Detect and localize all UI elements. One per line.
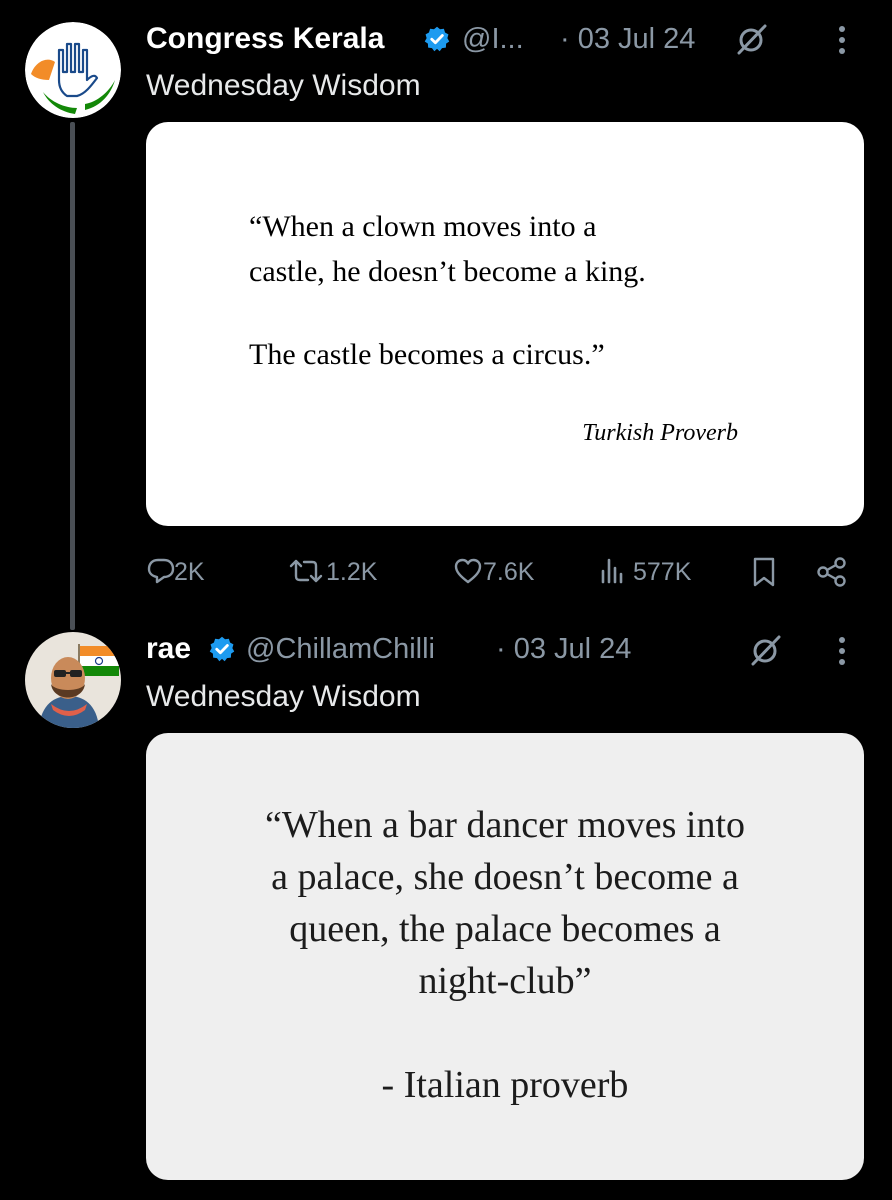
tweet-action-bar: 2K 1.2K 7.6K 577K [146,552,864,592]
handle[interactable]: @ChillamChilli [246,629,435,669]
display-name[interactable]: rae [146,629,191,669]
quote-line: a palace, she doesn’t become a [271,856,739,898]
thread-connector-line [70,122,75,630]
quote-text: “When a bar dancer moves into a palace, … [146,799,864,1007]
like-count: 7.6K [483,558,535,586]
views-count: 577K [633,558,692,586]
reply-count: 2K [174,558,205,586]
grok-icon[interactable] [735,22,769,56]
more-icon[interactable] [837,634,847,668]
bookmark-icon [753,557,775,587]
quote-text: “When a clown moves into a castle, he do… [249,204,769,377]
tweet-header: Congress Kerala @I... · 03 Jul 24 [146,19,892,59]
avatar[interactable] [25,22,121,118]
quote-attribution: - Italian proverb [381,1064,629,1106]
grok-icon[interactable] [749,633,783,667]
share-icon [817,557,846,587]
tweet-date[interactable]: · 03 Jul 24 [496,629,631,669]
tweet-header: rae @ChillamChilli · 03 Jul 24 [146,629,892,669]
tweet-text: Wednesday Wisdom [146,69,421,102]
quote-line: “When a bar dancer moves into [264,804,746,846]
tweet-text: Wednesday Wisdom [146,680,421,713]
quote-line: queen, the palace becomes a [289,908,721,950]
verified-badge-icon [424,26,450,52]
quote-attribution: Turkish Proverb [582,420,738,446]
repost-icon [289,559,323,583]
tweet-date[interactable]: · 03 Jul 24 [560,19,695,59]
verified-badge-icon [209,636,235,662]
profile-photo-avatar-icon [25,632,121,728]
quote-line: castle, he doesn’t become a king. [249,255,646,288]
more-icon[interactable] [837,23,847,57]
repost-count: 1.2K [326,558,378,586]
quote-line: night-club” [418,960,592,1002]
tweet-media-image[interactable]: “When a bar dancer moves into a palace, … [146,733,864,1180]
display-name[interactable]: Congress Kerala [146,19,384,59]
views-icon [601,558,623,584]
quote-line: The castle becomes a circus.” [249,338,605,371]
congress-hand-logo-avatar-icon [25,22,121,118]
quote-line: “When a clown moves into a [249,210,597,243]
like-icon [454,558,482,584]
reply-icon [147,558,175,584]
tweet-media-image[interactable]: “When a clown moves into a castle, he do… [146,122,864,526]
avatar[interactable] [25,632,121,728]
handle[interactable]: @I... [462,19,524,59]
